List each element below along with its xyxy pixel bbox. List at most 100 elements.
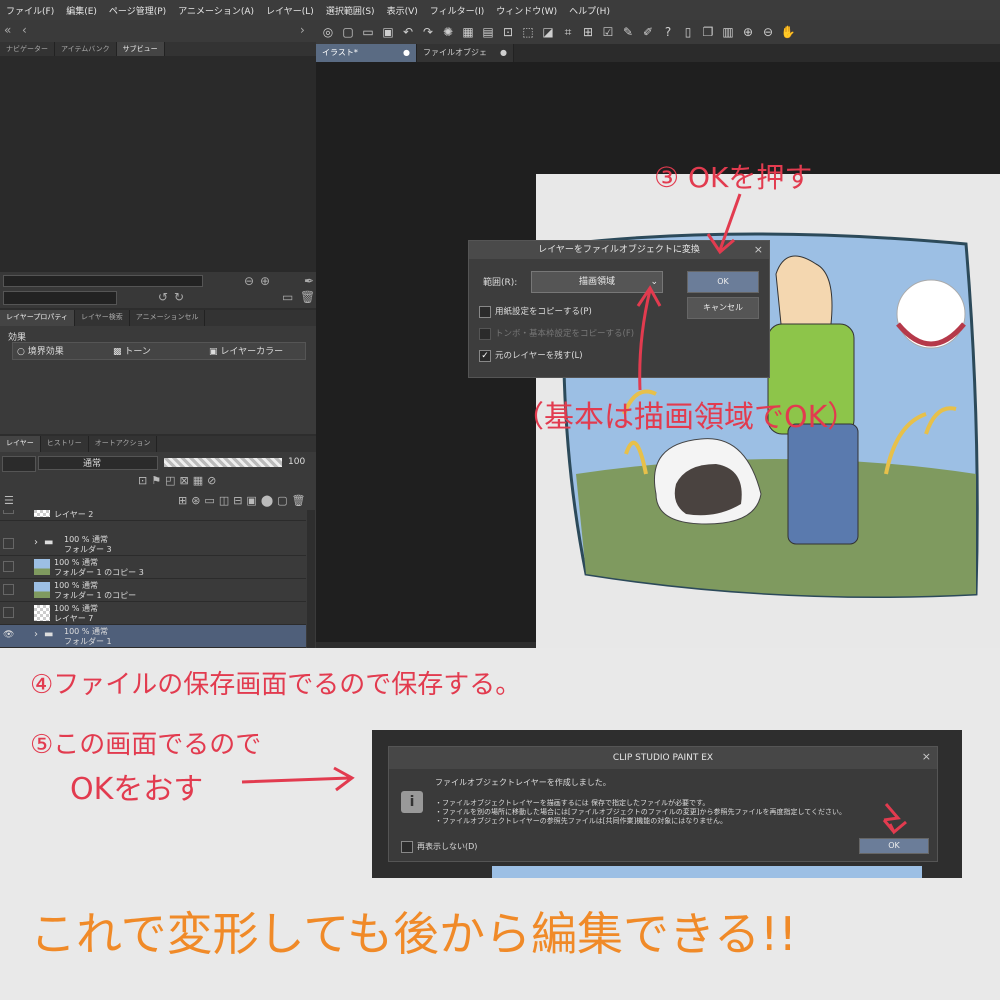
stylus-icon[interactable]: ✐ — [640, 24, 656, 40]
tab-close-icon[interactable]: ● — [500, 44, 507, 62]
annotation-step5-line2: OKをおす — [70, 772, 204, 807]
menu-item[interactable]: 表示(V) — [381, 4, 424, 17]
hand-icon[interactable]: ✋ — [780, 24, 796, 40]
menu-item[interactable]: ウィンドウ(W) — [490, 4, 563, 17]
menu-item[interactable]: アニメーション(A) — [172, 4, 260, 17]
fill-icon[interactable]: ▤ — [480, 24, 496, 40]
check-icon[interactable]: ☑ — [600, 24, 616, 40]
cancel-button[interactable]: キャンセル — [687, 297, 759, 319]
deselect-icon[interactable]: ⬚ — [520, 24, 536, 40]
property-tab[interactable]: アニメーションセル — [130, 310, 206, 326]
eyedropper-icon[interactable]: ✒ — [304, 274, 314, 288]
clip-studio-icon[interactable]: ◎ — [320, 24, 336, 40]
effect-buttons: ○ 境界効果 ▩ トーン ▣ レイヤーカラー — [12, 342, 306, 360]
menu-item[interactable]: 編集(E) — [60, 4, 103, 17]
expand-icon[interactable]: ⊞ — [580, 24, 596, 40]
layer-color-button[interactable]: ▣ レイヤーカラー — [209, 344, 283, 357]
save-icon[interactable]: ▣ — [380, 24, 396, 40]
zoom-in-icon[interactable]: ⊕ — [740, 24, 756, 40]
collapse-icon[interactable]: « — [4, 23, 11, 37]
command-bar: ◎ ▢ ▭ ▣ ↶ ↷ ✺ ▦ ▤ ⊡ ⬚ ◪ ⌗ ⊞ ☑ ✎ ✐ ? ▯ ❐ … — [316, 20, 1000, 44]
dialog-title: CLIP STUDIO PAINT EX — [389, 747, 937, 769]
visibility-toggle[interactable] — [3, 538, 14, 549]
visibility-toggle[interactable] — [3, 584, 14, 595]
menu-item[interactable]: ファイル(F) — [0, 4, 60, 17]
visibility-toggle[interactable] — [3, 561, 14, 572]
rotate-left-icon[interactable]: ↺ — [158, 290, 168, 304]
blend-mode-select[interactable]: 通常 — [38, 456, 158, 470]
layer-color-select[interactable] — [2, 456, 36, 472]
layer-row[interactable]: 100 % 通常 レイヤー 7 — [0, 602, 306, 625]
layer-row[interactable]: 👁 › ▬ 100 % 通常 フォルダー 1 — [0, 625, 306, 648]
rotate-right-icon[interactable]: ↻ — [174, 290, 184, 304]
property-tab[interactable]: レイヤー検索 — [75, 310, 130, 326]
zoom-in-icon[interactable]: ⊕ — [260, 274, 270, 288]
visibility-toggle[interactable] — [3, 607, 14, 618]
layer-scrollbar[interactable] — [307, 510, 315, 648]
chevron-left-icon[interactable]: ‹ — [22, 23, 27, 37]
menu-item[interactable]: フィルター(I) — [424, 4, 491, 17]
ok-button[interactable]: OK — [859, 838, 929, 854]
zoom-out-icon[interactable]: ⊖ — [760, 24, 776, 40]
opacity-slider[interactable] — [164, 458, 282, 467]
layer-row[interactable]: レイヤー 2 — [0, 510, 306, 521]
folder-icon[interactable]: ▭ — [282, 290, 293, 304]
folder-expand-icon[interactable]: › — [34, 629, 38, 640]
option-checkbox[interactable] — [479, 306, 491, 318]
copy-icon[interactable]: ❐ — [700, 24, 716, 40]
option-checkbox[interactable]: ✓ — [479, 350, 491, 362]
frame-icon[interactable]: ▥ — [720, 24, 736, 40]
layer-panel-tab[interactable]: レイヤー — [0, 436, 41, 452]
redo-icon[interactable]: ↷ — [420, 24, 436, 40]
border-effect-button[interactable]: ○ 境界効果 — [17, 344, 64, 357]
layer-row[interactable]: 100 % 通常 フォルダー 1 のコピー — [0, 579, 306, 602]
navigator-tab[interactable]: アイテムバンク — [55, 42, 117, 56]
layer-toolbar-icons-1[interactable]: ⊡⚑◰⊠▦⊘ — [138, 474, 220, 487]
ok-button[interactable]: OK — [687, 271, 759, 293]
layer-panel-tab[interactable]: ヒストリー — [41, 436, 89, 452]
property-tab[interactable]: レイヤープロパティ — [0, 310, 75, 326]
new-file-icon[interactable]: ▢ — [340, 24, 356, 40]
zoom-slider[interactable] — [3, 275, 203, 287]
trash-icon[interactable]: 🗑 — [300, 290, 315, 304]
chevron-right-icon[interactable]: › — [300, 23, 305, 37]
layer-tabs: レイヤー ヒストリー オートアクション — [0, 436, 316, 452]
open-folder-icon[interactable]: ▭ — [360, 24, 376, 40]
dialog-message: ファイルオブジェクトレイヤーを作成しました。 — [435, 778, 611, 787]
document-tab[interactable]: イラスト* ● — [316, 44, 417, 62]
tab-close-icon[interactable]: ● — [403, 44, 410, 62]
dont-show-checkbox[interactable] — [401, 841, 413, 853]
navigator-tab[interactable]: サブビュー — [116, 42, 165, 56]
opacity-value[interactable]: 100 — [288, 457, 305, 467]
layer-row[interactable]: 100 % 通常 フォルダー 1 のコピー 3 — [0, 556, 306, 579]
tone-button[interactable]: ▩ トーン — [113, 344, 151, 357]
range-label: 範囲(R): — [483, 278, 518, 288]
detail-line: ・ファイルオブジェクトレイヤーの参照先ファイルは[共同作業]機能の対象にはなりま… — [435, 817, 728, 825]
visibility-toggle[interactable] — [3, 510, 14, 514]
transform-icon[interactable]: ⊡ — [500, 24, 516, 40]
undo-icon[interactable]: ↶ — [400, 24, 416, 40]
menu-item[interactable]: ページ管理(P) — [103, 4, 172, 17]
spinner-icon[interactable]: ✺ — [440, 24, 456, 40]
navigator-tabs: ナビゲーター アイテムバンク サブビュー — [0, 42, 316, 56]
layer-menu-icon[interactable]: ☰ — [4, 494, 14, 507]
navigator-tab[interactable]: ナビゲーター — [0, 42, 55, 56]
clear-icon[interactable]: ▦ — [460, 24, 476, 40]
invert-icon[interactable]: ◪ — [540, 24, 556, 40]
menu-item[interactable]: ヘルプ(H) — [563, 4, 616, 17]
visibility-toggle[interactable]: 👁 — [3, 630, 14, 640]
help-icon[interactable]: ? — [660, 24, 676, 40]
menu-item[interactable]: 選択範囲(S) — [320, 4, 381, 17]
zoom-out-icon[interactable]: ⊖ — [244, 274, 254, 288]
close-icon[interactable]: × — [922, 750, 931, 763]
paste-icon[interactable]: ▯ — [680, 24, 696, 40]
layer-panel-tab[interactable]: オートアクション — [89, 436, 158, 452]
folder-expand-icon[interactable]: › — [34, 537, 38, 548]
layer-row[interactable]: › ▬ 100 % 通常 フォルダー 3 — [0, 533, 306, 556]
rotate-slider[interactable] — [3, 291, 117, 305]
pen-settings-icon[interactable]: ✎ — [620, 24, 636, 40]
document-tab[interactable]: ファイルオブジェクト ● — [417, 44, 514, 75]
crop-icon[interactable]: ⌗ — [560, 24, 576, 40]
layer-toolbar-icons-2[interactable]: ⊞⊛▭◫⊟▣⬤▢🗑 — [178, 494, 310, 507]
menu-item[interactable]: レイヤー(L) — [260, 4, 320, 17]
